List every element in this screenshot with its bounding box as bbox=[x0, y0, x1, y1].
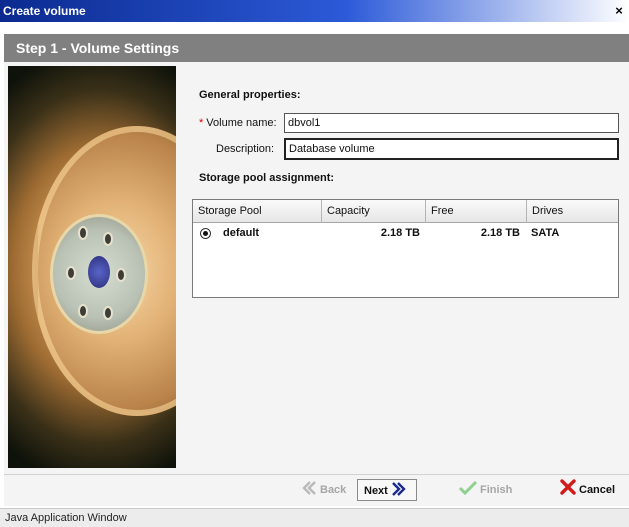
table-header: Storage Pool Capacity Free Drives bbox=[193, 200, 618, 223]
description-input[interactable]: Database volume bbox=[284, 138, 619, 160]
column-header-capacity[interactable]: Capacity bbox=[322, 200, 426, 223]
window-title: Create volume bbox=[3, 4, 86, 18]
window-titlebar: Create volume × bbox=[0, 0, 629, 22]
screw-icon bbox=[103, 306, 113, 320]
pool-drives-cell: SATA bbox=[531, 227, 560, 239]
status-bar: Java Application Window bbox=[0, 508, 629, 527]
next-label: Next bbox=[364, 485, 388, 497]
step-title: Step 1 - Volume Settings bbox=[16, 40, 180, 56]
close-icon[interactable]: × bbox=[609, 1, 629, 21]
cancel-button[interactable]: Cancel bbox=[553, 479, 615, 501]
column-header-storage-pool[interactable]: Storage Pool bbox=[193, 200, 322, 223]
drive-spindle bbox=[88, 256, 110, 288]
required-marker: * bbox=[199, 117, 204, 129]
screw-icon bbox=[78, 226, 88, 240]
back-arrow-icon bbox=[301, 479, 317, 501]
column-header-free[interactable]: Free bbox=[426, 200, 527, 223]
status-text: Java Application Window bbox=[5, 512, 127, 524]
screw-icon bbox=[66, 266, 76, 280]
description-label: Description: bbox=[216, 143, 275, 155]
red-x-icon bbox=[560, 479, 576, 501]
finish-label: Finish bbox=[480, 484, 513, 496]
general-properties-heading: General properties: bbox=[199, 89, 301, 101]
hard-drive-image bbox=[8, 66, 176, 468]
pool-select-radio[interactable] bbox=[200, 228, 211, 239]
screw-icon bbox=[103, 232, 113, 246]
column-header-drives[interactable]: Drives bbox=[527, 200, 620, 223]
checkmark-icon bbox=[458, 479, 478, 501]
pool-free-cell: 2.18 TB bbox=[480, 227, 520, 239]
table-row[interactable]: default 2.18 TB 2.18 TB SATA bbox=[193, 224, 618, 242]
finish-button[interactable]: Finish bbox=[452, 479, 512, 501]
back-label: Back bbox=[320, 484, 347, 496]
volume-name-label-text: Volume name: bbox=[206, 117, 277, 129]
volume-name-label: * Volume name: bbox=[199, 117, 277, 129]
back-button[interactable]: Back bbox=[294, 479, 346, 501]
pool-capacity-cell: 2.18 TB bbox=[380, 227, 420, 239]
volume-name-input[interactable]: dbvol1 bbox=[284, 113, 619, 133]
cancel-label: Cancel bbox=[579, 484, 616, 496]
storage-pool-heading: Storage pool assignment: bbox=[199, 172, 335, 184]
next-arrow-icon bbox=[391, 480, 407, 502]
next-button[interactable]: Next bbox=[357, 479, 417, 501]
screw-icon bbox=[78, 304, 88, 318]
step-header: Step 1 - Volume Settings bbox=[4, 34, 629, 62]
screw-icon bbox=[116, 268, 126, 282]
pool-name-cell: default bbox=[223, 227, 260, 239]
storage-pool-table: Storage Pool Capacity Free Drives defaul… bbox=[192, 199, 619, 298]
